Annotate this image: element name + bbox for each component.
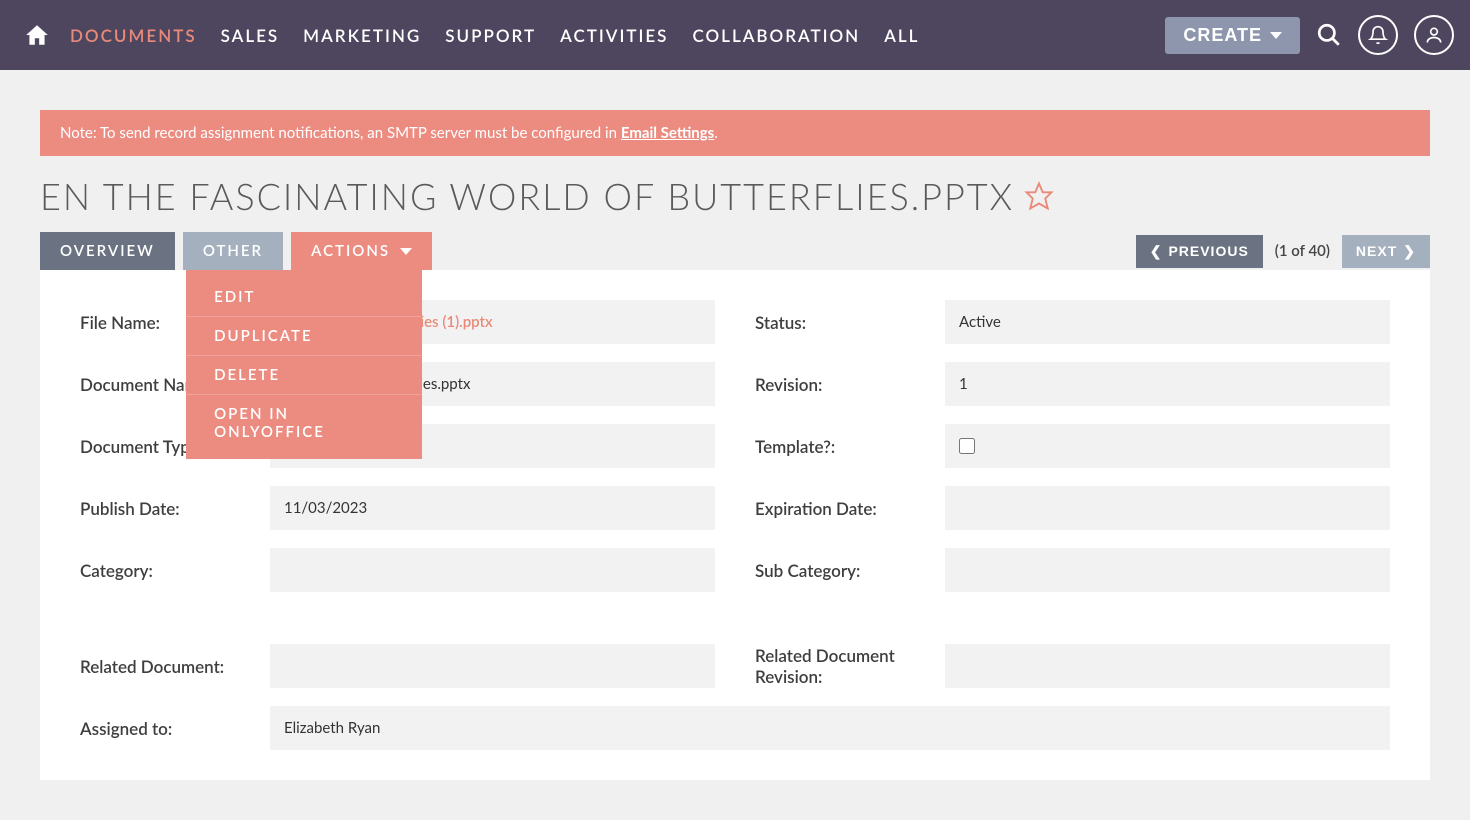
label-publish-date: Publish Date: <box>80 498 250 519</box>
chevron-left-icon: ❮ <box>1150 243 1163 260</box>
tab-overview[interactable]: OVERVIEW <box>40 232 175 270</box>
nav-marketing[interactable]: MARKETING <box>291 25 433 46</box>
notifications-icon[interactable] <box>1358 15 1398 55</box>
label-expiration-date: Expiration Date: <box>755 498 925 519</box>
row-category: Category: <box>80 548 715 592</box>
label-assigned-to: Assigned to: <box>80 718 250 739</box>
value-expiration-date <box>945 486 1390 530</box>
tab-other[interactable]: OTHER <box>183 232 283 270</box>
chevron-right-icon: ❯ <box>1403 243 1416 260</box>
label-related-document-revision: Related Document Revision: <box>755 645 925 687</box>
nav-support[interactable]: SUPPORT <box>433 25 548 46</box>
page-title: EN THE FASCINATING WORLD OF BUTTERFLIES.… <box>40 174 1014 218</box>
value-template <box>945 424 1390 468</box>
row-status: Status: Active <box>755 300 1390 344</box>
label-category: Category: <box>80 560 250 581</box>
create-label: CREATE <box>1183 25 1262 46</box>
nav-collaboration[interactable]: COLLABORATION <box>680 25 872 46</box>
home-icon[interactable] <box>16 22 58 48</box>
label-sub-category: Sub Category: <box>755 560 925 581</box>
top-nav: DOCUMENTS SALES MARKETING SUPPORT ACTIVI… <box>0 0 1470 70</box>
pager-info: (1 of 40) <box>1275 242 1330 260</box>
action-delete[interactable]: Delete <box>186 356 422 395</box>
actions-menu: Edit Duplicate Delete Open in ONLYOFFICE <box>186 270 422 459</box>
email-settings-link[interactable]: Email Settings <box>621 124 714 142</box>
value-assigned-to: Elizabeth Ryan <box>270 706 1390 750</box>
nav-all[interactable]: ALL <box>872 25 931 46</box>
value-category <box>270 548 715 592</box>
pager: ❮ PREVIOUS (1 of 40) NEXT ❯ <box>1136 235 1430 268</box>
caret-down-icon <box>400 248 412 255</box>
create-button[interactable]: CREATE <box>1165 17 1300 54</box>
row-template: Template?: <box>755 424 1390 468</box>
tab-actions[interactable]: ACTIONS Edit Duplicate Delete Open in ON… <box>291 232 432 270</box>
row-related-document-revision: Related Document Revision: <box>755 644 1390 688</box>
action-duplicate[interactable]: Duplicate <box>186 317 422 356</box>
toolbar: OVERVIEW OTHER ACTIONS Edit Duplicate De… <box>40 232 1430 270</box>
value-related-document-revision <box>945 644 1390 688</box>
next-button[interactable]: NEXT ❯ <box>1342 235 1430 268</box>
alert-text: Note: To send record assignment notifica… <box>60 124 621 142</box>
row-expiration-date: Expiration Date: <box>755 486 1390 530</box>
action-open-onlyoffice[interactable]: Open in ONLYOFFICE <box>186 395 422 451</box>
caret-down-icon <box>1270 32 1282 39</box>
alert-banner: Note: To send record assignment notifica… <box>40 110 1430 156</box>
label-related-document: Related Document: <box>80 656 250 677</box>
row-related-document: Related Document: <box>80 644 715 688</box>
user-icon[interactable] <box>1414 15 1454 55</box>
value-publish-date: 11/03/2023 <box>270 486 715 530</box>
next-label: NEXT <box>1356 243 1397 259</box>
label-revision: Revision: <box>755 374 925 395</box>
nav-left: DOCUMENTS SALES MARKETING SUPPORT ACTIVI… <box>16 22 931 48</box>
tabs: OVERVIEW OTHER ACTIONS Edit Duplicate De… <box>40 232 432 270</box>
row-publish-date: Publish Date: 11/03/2023 <box>80 486 715 530</box>
template-checkbox[interactable] <box>959 438 975 454</box>
row-sub-category: Sub Category: <box>755 548 1390 592</box>
nav-documents[interactable]: DOCUMENTS <box>58 25 209 46</box>
label-status: Status: <box>755 312 925 333</box>
star-icon[interactable] <box>1024 181 1054 211</box>
row-revision: Revision: 1 <box>755 362 1390 406</box>
previous-button[interactable]: ❮ PREVIOUS <box>1136 235 1263 268</box>
nav-right: CREATE <box>1165 15 1454 55</box>
label-template: Template?: <box>755 436 925 457</box>
search-icon[interactable] <box>1316 22 1342 48</box>
action-edit[interactable]: Edit <box>186 278 422 317</box>
spacer <box>80 610 1390 626</box>
value-related-document <box>270 644 715 688</box>
content: Note: To send record assignment notifica… <box>0 110 1470 820</box>
value-revision: 1 <box>945 362 1390 406</box>
nav-activities[interactable]: ACTIVITIES <box>548 25 680 46</box>
alert-suffix: . <box>714 124 718 142</box>
row-assigned-to: Assigned to: Elizabeth Ryan <box>80 706 1390 750</box>
nav-sales[interactable]: SALES <box>209 25 292 46</box>
value-status: Active <box>945 300 1390 344</box>
value-sub-category <box>945 548 1390 592</box>
page-title-row: EN THE FASCINATING WORLD OF BUTTERFLIES.… <box>40 174 1430 218</box>
previous-label: PREVIOUS <box>1168 243 1248 259</box>
tab-actions-label: ACTIONS <box>311 242 390 260</box>
